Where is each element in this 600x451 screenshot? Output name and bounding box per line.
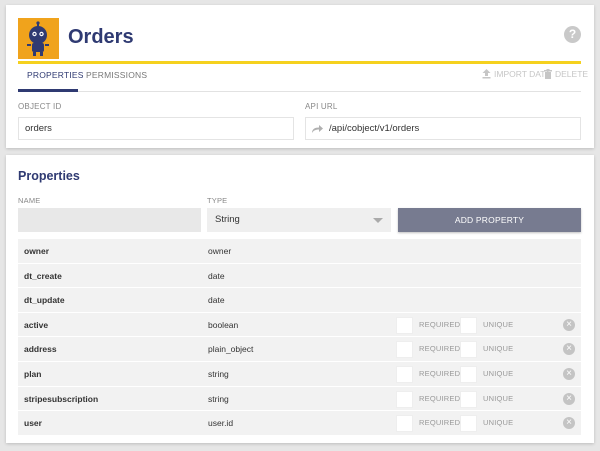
- api-url-value: /api/cobject/v1/orders: [329, 123, 420, 134]
- robot-icon: [18, 18, 59, 59]
- remove-property-icon[interactable]: ×: [563, 318, 575, 331]
- api-url-label: API URL: [305, 102, 338, 111]
- tab-permissions[interactable]: PERMISSIONS: [86, 70, 147, 80]
- property-type: user.id: [208, 418, 234, 429]
- required-label: REQUIRED: [419, 393, 461, 403]
- type-select-value: String: [215, 214, 240, 225]
- unique-label: UNIQUE: [483, 368, 514, 378]
- properties-title: Properties: [18, 169, 80, 183]
- unique-checkbox[interactable]: [460, 365, 477, 383]
- properties-card: Properties NAME TYPE String ADD PROPERTY…: [6, 155, 594, 443]
- remove-property-icon[interactable]: ×: [563, 367, 575, 380]
- required-label: REQUIRED: [419, 319, 461, 329]
- property-type: string: [208, 393, 229, 404]
- type-column-label: TYPE: [207, 196, 228, 205]
- import-data-label: IMPORT DATA: [494, 69, 551, 79]
- tab-divider: [18, 91, 581, 92]
- property-type: string: [208, 368, 229, 379]
- required-label: REQUIRED: [419, 418, 461, 428]
- trash-icon: [544, 69, 552, 79]
- required-checkbox[interactable]: [396, 316, 413, 334]
- table-row: address plain_object REQUIRED UNIQUE ×: [18, 337, 581, 362]
- unique-label: UNIQUE: [483, 418, 514, 428]
- table-row: owner owner: [18, 239, 581, 264]
- caret-down-icon: [373, 218, 383, 223]
- add-property-button[interactable]: ADD PROPERTY: [398, 208, 581, 232]
- active-tab-indicator: [18, 89, 78, 92]
- required-label: REQUIRED: [419, 368, 461, 378]
- property-name: plan: [24, 368, 42, 379]
- property-type-select[interactable]: String: [207, 208, 391, 232]
- name-column-label: NAME: [18, 196, 41, 205]
- unique-checkbox[interactable]: [460, 316, 477, 334]
- unique-checkbox[interactable]: [460, 415, 477, 433]
- table-row: stripesubscription string REQUIRED UNIQUE ×: [18, 386, 581, 412]
- property-type: date: [208, 270, 225, 281]
- required-checkbox[interactable]: [396, 415, 413, 433]
- page-title: Orders: [68, 26, 134, 48]
- remove-property-icon[interactable]: ×: [563, 392, 575, 405]
- unique-label: UNIQUE: [483, 344, 514, 354]
- required-checkbox[interactable]: [396, 390, 413, 408]
- table-row: dt_update date: [18, 288, 581, 313]
- property-name: active: [24, 319, 49, 330]
- unique-label: UNIQUE: [483, 393, 514, 403]
- property-name: address: [24, 344, 57, 355]
- api-url-field[interactable]: /api/cobject/v1/orders: [305, 117, 581, 140]
- object-id-label: OBJECT ID: [18, 102, 62, 111]
- property-name-input[interactable]: [18, 208, 201, 232]
- property-name: user: [24, 418, 42, 429]
- property-type: boolean: [208, 319, 239, 330]
- remove-property-icon[interactable]: ×: [563, 343, 575, 356]
- required-checkbox[interactable]: [396, 365, 413, 383]
- upload-icon: [482, 69, 491, 79]
- unique-checkbox[interactable]: [460, 341, 477, 359]
- property-name: dt_update: [24, 295, 65, 306]
- required-label: REQUIRED: [419, 344, 461, 354]
- object-header-card: Orders ? PROPERTIES PERMISSIONS IMPORT D…: [6, 5, 594, 148]
- object-id-value: orders: [25, 123, 52, 134]
- property-type: owner: [208, 246, 232, 256]
- property-type: plain_object: [208, 344, 254, 355]
- table-row: plan string REQUIRED UNIQUE ×: [18, 361, 581, 387]
- table-row: dt_create date: [18, 263, 581, 289]
- table-row: user user.id REQUIRED UNIQUE ×: [18, 411, 581, 436]
- delete-label: DELETE: [555, 69, 589, 79]
- property-type: date: [208, 295, 225, 306]
- tab-properties[interactable]: PROPERTIES: [27, 70, 84, 80]
- object-id-input[interactable]: orders: [18, 117, 294, 140]
- table-row: active boolean REQUIRED UNIQUE ×: [18, 312, 581, 338]
- header-accent-bar: [18, 61, 581, 64]
- unique-label: UNIQUE: [483, 319, 514, 329]
- required-checkbox[interactable]: [396, 341, 413, 359]
- property-name: stripesubscription: [24, 393, 99, 404]
- remove-property-icon[interactable]: ×: [563, 417, 575, 430]
- share-arrow-icon: [312, 124, 323, 133]
- delete-button[interactable]: DELETE: [544, 69, 588, 79]
- property-name: owner: [24, 246, 50, 256]
- property-name: dt_create: [24, 270, 62, 281]
- unique-checkbox[interactable]: [460, 390, 477, 408]
- properties-table: owner owner dt_create date dt_update date acti…: [18, 239, 581, 436]
- import-data-button[interactable]: IMPORT DATA: [482, 69, 551, 79]
- help-icon[interactable]: ?: [564, 26, 581, 43]
